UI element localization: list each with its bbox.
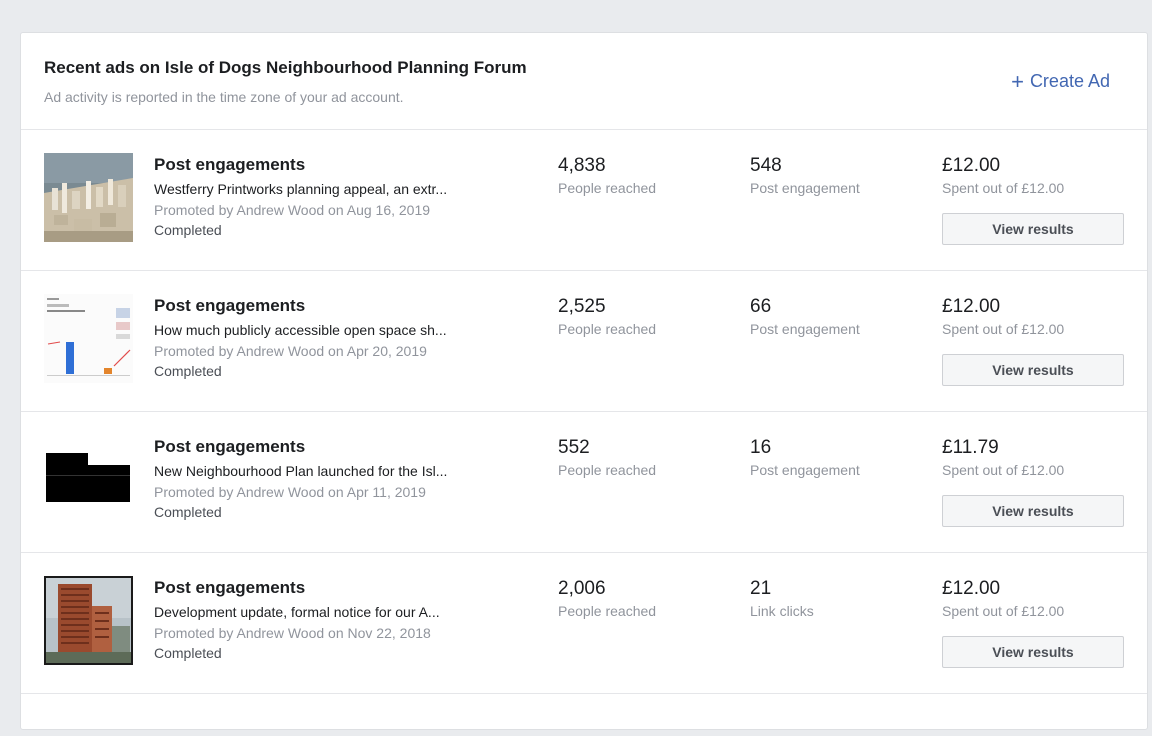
ad-status: Completed bbox=[154, 363, 222, 379]
ad-status: Completed bbox=[154, 645, 222, 661]
view-results-button[interactable]: View results bbox=[942, 495, 1124, 527]
reach-metric: 4,838 People reached bbox=[558, 155, 656, 196]
spend-label: Spent out of £12.00 bbox=[942, 180, 1065, 196]
engagement-metric: 548 Post engagement bbox=[750, 155, 860, 196]
city-model-image bbox=[44, 153, 133, 242]
ad-promoted: Promoted by Andrew Wood on Apr 11, 2019 bbox=[154, 484, 426, 500]
view-results-button[interactable]: View results bbox=[942, 354, 1124, 386]
ad-info: Post engagements Development update, for… bbox=[154, 578, 534, 661]
reach-value: 2,525 bbox=[558, 296, 606, 317]
spend-value: £12.00 bbox=[942, 296, 1001, 317]
ad-description: How much publicly accessible open space … bbox=[154, 322, 447, 338]
page-title: Recent ads on Isle of Dogs Neighbourhood… bbox=[44, 58, 527, 77]
chart-document-image bbox=[44, 294, 133, 383]
ad-type: Post engagements bbox=[154, 578, 306, 597]
reach-value: 4,838 bbox=[558, 155, 606, 176]
engagement-value: 548 bbox=[750, 155, 782, 176]
ad-info: Post engagements Westferry Printworks pl… bbox=[154, 155, 534, 238]
ad-type: Post engagements bbox=[154, 437, 306, 456]
spend-label: Spent out of £12.00 bbox=[942, 462, 1065, 478]
engagement-metric: 66 Post engagement bbox=[750, 296, 860, 337]
engagement-metric: 21 Link clicks bbox=[750, 578, 814, 619]
spend-label: Spent out of £12.00 bbox=[942, 321, 1065, 337]
engagement-value: 16 bbox=[750, 437, 772, 458]
page-subtitle: Ad activity is reported in the time zone… bbox=[44, 89, 404, 105]
ad-type: Post engagements bbox=[154, 296, 306, 315]
reach-metric: 2,525 People reached bbox=[558, 296, 656, 337]
engagement-label: Link clicks bbox=[750, 603, 814, 619]
ad-row: Post engagements Development update, for… bbox=[21, 553, 1147, 694]
ad-description: Westferry Printworks planning appeal, an… bbox=[154, 181, 448, 197]
engagement-label: Post engagement bbox=[750, 321, 860, 337]
tower-building-thumbnail[interactable] bbox=[44, 576, 133, 665]
reach-label: People reached bbox=[558, 603, 657, 619]
recent-ads-panel: Recent ads on Isle of Dogs Neighbourhood… bbox=[20, 32, 1148, 730]
engagement-label: Post engagement bbox=[750, 180, 860, 196]
reach-value: 2,006 bbox=[558, 578, 606, 599]
spend-metric: £12.00 Spent out of £12.00 bbox=[942, 578, 1064, 619]
engagement-metric: 16 Post engagement bbox=[750, 437, 860, 478]
ad-info: Post engagements How much publicly acces… bbox=[154, 296, 534, 379]
engagement-value: 66 bbox=[750, 296, 772, 317]
spend-metric: £12.00 Spent out of £12.00 bbox=[942, 296, 1064, 337]
reach-value: 552 bbox=[558, 437, 590, 458]
ad-description: New Neighbourhood Plan launched for the … bbox=[154, 463, 448, 479]
ad-promoted: Promoted by Andrew Wood on Aug 16, 2019 bbox=[154, 202, 431, 218]
city-model-thumbnail[interactable] bbox=[44, 153, 133, 242]
panel-header: Recent ads on Isle of Dogs Neighbourhood… bbox=[21, 33, 1147, 130]
chart-document-thumbnail[interactable] bbox=[44, 294, 133, 383]
view-results-button[interactable]: View results bbox=[942, 636, 1124, 668]
spend-metric: £12.00 Spent out of £12.00 bbox=[942, 155, 1064, 196]
black-shape-image bbox=[44, 435, 133, 524]
ad-promoted: Promoted by Andrew Wood on Nov 22, 2018 bbox=[154, 625, 431, 641]
ad-row: Post engagements How much publicly acces… bbox=[21, 271, 1147, 412]
ad-info: Post engagements New Neighbourhood Plan … bbox=[154, 437, 534, 520]
plus-icon: + bbox=[1011, 68, 1024, 94]
create-ad-button[interactable]: + Create Ad bbox=[1011, 68, 1110, 94]
spend-value: £11.79 bbox=[942, 437, 999, 458]
spend-value: £12.00 bbox=[942, 155, 1001, 176]
spend-value: £12.00 bbox=[942, 578, 1001, 599]
reach-metric: 2,006 People reached bbox=[558, 578, 656, 619]
reach-metric: 552 People reached bbox=[558, 437, 656, 478]
ad-description: Development update, formal notice for ou… bbox=[154, 604, 440, 620]
ad-row: Post engagements New Neighbourhood Plan … bbox=[21, 412, 1147, 553]
black-shape-thumbnail[interactable] bbox=[44, 435, 133, 524]
spend-label: Spent out of £12.00 bbox=[942, 603, 1065, 619]
ad-status: Completed bbox=[154, 222, 222, 238]
reach-label: People reached bbox=[558, 462, 657, 478]
spend-metric: £11.79 Spent out of £12.00 bbox=[942, 437, 1064, 478]
create-ad-label: Create Ad bbox=[1029, 71, 1110, 91]
reach-label: People reached bbox=[558, 180, 657, 196]
ad-row: Post engagements Westferry Printworks pl… bbox=[21, 130, 1147, 271]
ad-type: Post engagements bbox=[154, 155, 306, 174]
ad-status: Completed bbox=[154, 504, 222, 520]
tower-building-image bbox=[44, 576, 133, 665]
view-results-button[interactable]: View results bbox=[942, 213, 1124, 245]
engagement-value: 21 bbox=[750, 578, 772, 599]
engagement-label: Post engagement bbox=[750, 462, 860, 478]
ad-promoted: Promoted by Andrew Wood on Apr 20, 2019 bbox=[154, 343, 427, 359]
reach-label: People reached bbox=[558, 321, 657, 337]
